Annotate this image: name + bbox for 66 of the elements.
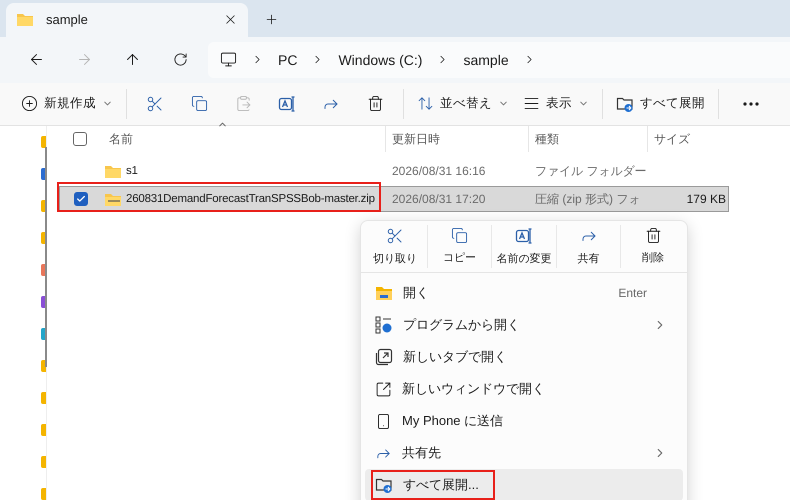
copy-icon (190, 95, 208, 112)
row-checkbox[interactable] (74, 192, 88, 206)
extract-button[interactable]: すべて展開 (609, 86, 712, 121)
file-type: ファイル フォルダー (534, 162, 648, 180)
tab[interactable]: sample (6, 2, 248, 37)
new-tab-icon (375, 348, 393, 366)
trash-icon (366, 95, 384, 112)
scissors-icon (146, 94, 164, 113)
modified-date: 2026/08/31 17:20 (391, 192, 486, 206)
zip-folder-icon (104, 192, 122, 206)
phone-icon (375, 412, 392, 430)
trash-icon (644, 227, 662, 244)
scissors-icon (386, 227, 404, 245)
copy-icon (450, 227, 468, 244)
column-header[interactable]: サイズ (647, 126, 729, 152)
check-icon (76, 194, 86, 204)
copy-button[interactable]: コピー (428, 225, 492, 268)
file-size: 179 KB (686, 192, 727, 206)
rename-button[interactable]: 名前の変更 (492, 225, 557, 268)
more-icon (743, 102, 759, 106)
file-type: 圧縮 (zip 形式) フォ (534, 190, 642, 208)
add-icon (21, 95, 38, 112)
nav-item-icon[interactable] (41, 392, 46, 404)
address-bar[interactable]: PC Windows (C:) sample (208, 42, 790, 78)
nav-item-icon[interactable] (41, 136, 46, 148)
breadcrumb-item[interactable]: Windows (C:) (338, 52, 422, 68)
menu-item[interactable]: 新しいタブで開く (365, 341, 683, 373)
refresh-icon (172, 52, 188, 68)
delete-button[interactable]: 削除 (621, 225, 685, 268)
folder-arrow-icon (375, 476, 393, 494)
column-header[interactable]: 更新日時 (385, 126, 528, 152)
sort-icon (417, 95, 434, 112)
clipboard-icon (234, 95, 252, 112)
cut-button[interactable]: 切り取り (363, 225, 428, 268)
file-row[interactable]: s1 2026/08/31 16:16 ファイル フォルダー (59, 158, 729, 184)
rename-icon (278, 94, 296, 113)
breadcrumb-item[interactable]: PC (278, 52, 298, 68)
menu-item[interactable]: 新しいウィンドウで開く (365, 373, 683, 405)
column-header[interactable]: 名前 (103, 126, 385, 152)
file-name: s1 (126, 165, 138, 177)
shortcut-text: Enter (618, 286, 648, 300)
sort-button[interactable]: 並べ替え (410, 86, 516, 121)
folder-icon (104, 164, 122, 178)
external-window-icon (375, 380, 392, 398)
folder-icon (16, 12, 34, 28)
menu-item[interactable]: 開く Enter (365, 277, 683, 309)
menu-item[interactable]: プログラムから開く (365, 309, 683, 341)
nav-item-icon[interactable] (41, 424, 46, 436)
nav-item-icon[interactable] (41, 456, 46, 468)
share-button[interactable]: 共有 (556, 225, 622, 268)
nav-item-icon[interactable] (41, 488, 46, 500)
modified-date: 2026/08/31 16:16 (391, 164, 486, 178)
menu-item[interactable]: My Phone に送信 (365, 405, 683, 437)
folder-icon (375, 285, 393, 301)
monitor-icon (220, 51, 237, 68)
select-all-checkbox[interactable] (73, 132, 87, 146)
view-button[interactable]: 表示 (516, 86, 596, 121)
file-name: 260831DemandForecastTranSPSSBob-master.zip (126, 193, 375, 205)
new-button[interactable]: 新規作成 (14, 86, 120, 121)
menu-item[interactable]: 共有先 (365, 437, 683, 469)
scrollbar[interactable] (45, 147, 47, 367)
column-header[interactable]: 種類 (528, 126, 647, 152)
rename-icon (514, 227, 533, 245)
menu-item[interactable]: すべて展開... (365, 469, 683, 500)
app-list-icon (375, 316, 393, 334)
breadcrumb-item[interactable]: sample (463, 52, 509, 68)
